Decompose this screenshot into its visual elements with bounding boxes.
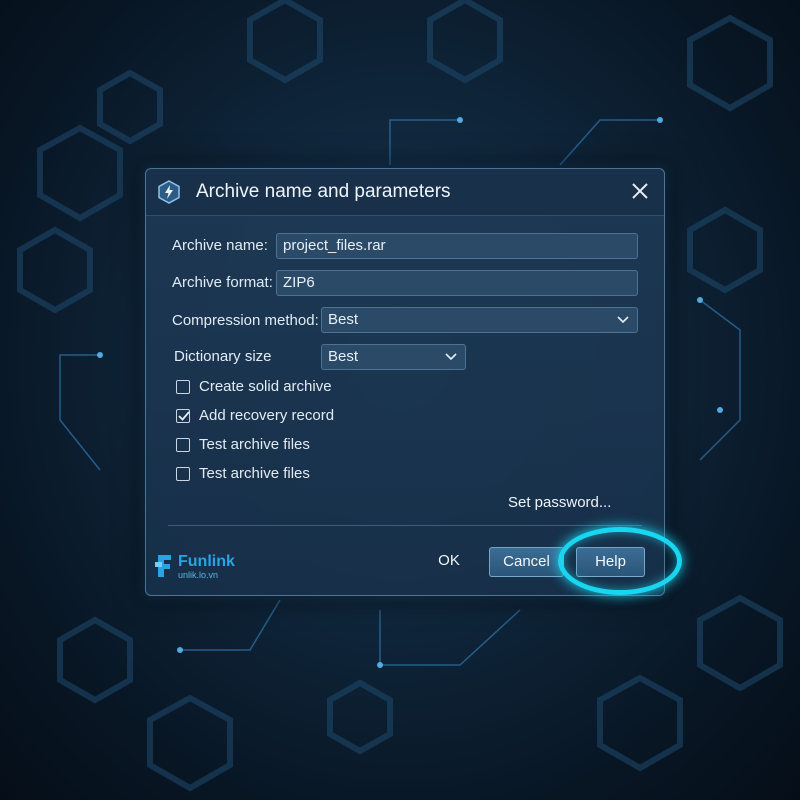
add-recovery-record-label[interactable]: Add recovery record <box>199 407 334 424</box>
test-archive-files-label-2[interactable]: Test archive files <box>199 465 310 482</box>
chevron-down-icon <box>617 316 629 324</box>
dictionary-size-value: Best <box>328 348 359 365</box>
compression-method-select[interactable]: Best <box>321 307 638 333</box>
title-bar: Archive name and parameters <box>146 169 664 216</box>
checkmark-icon <box>178 411 190 421</box>
archive-dialog: Archive name and parameters Archive name… <box>145 168 665 596</box>
test-archive-files-checkbox-2[interactable] <box>176 467 190 481</box>
test-archive-files-checkbox[interactable] <box>176 438 190 452</box>
archive-format-label: Archive format: <box>172 274 273 291</box>
dialog-title: Archive name and parameters <box>196 181 451 202</box>
test-archive-files-label[interactable]: Test archive files <box>199 436 310 453</box>
create-solid-archive-label[interactable]: Create solid archive <box>199 378 332 395</box>
archive-format-input[interactable]: ZIP6 <box>276 270 638 296</box>
add-recovery-record-checkbox[interactable] <box>176 409 190 423</box>
archive-name-label: Archive name: <box>172 237 268 254</box>
set-password-link[interactable]: Set password... <box>508 494 611 511</box>
funlink-logo-icon <box>155 555 171 577</box>
create-solid-archive-checkbox[interactable] <box>176 380 190 394</box>
archive-name-input[interactable]: project_files.rar <box>276 233 638 259</box>
compression-method-value: Best <box>328 311 359 328</box>
watermark-brand: Funlink <box>178 553 235 570</box>
ok-button[interactable]: OK <box>428 547 470 577</box>
help-button[interactable]: Help <box>576 547 645 577</box>
dictionary-size-label: Dictionary size <box>174 348 272 365</box>
chevron-down-icon <box>445 353 457 361</box>
divider <box>168 525 642 526</box>
watermark-logo: Funlink unlik.lo.vn <box>154 553 235 584</box>
watermark-url: unlik.lo.vn <box>178 570 219 580</box>
cancel-button[interactable]: Cancel <box>489 547 564 577</box>
dictionary-size-select[interactable]: Best <box>321 344 466 370</box>
compression-method-label: Compression method: <box>172 312 319 329</box>
close-icon[interactable] <box>628 179 652 203</box>
lightning-icon <box>158 180 180 204</box>
